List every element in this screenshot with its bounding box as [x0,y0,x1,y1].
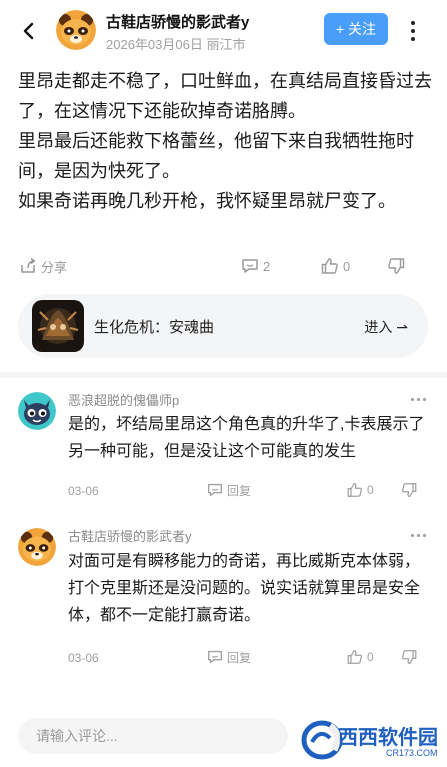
comment-more-button[interactable] [408,392,428,406]
share-button[interactable]: 分享 [18,252,67,280]
more-horizontal-icon [410,533,414,537]
thumbs-up-icon [321,258,338,274]
more-options-button[interactable] [400,18,426,44]
thumbs-up-icon [347,483,363,497]
reply-button[interactable]: 回复 [206,648,251,666]
comment-more-button[interactable] [408,528,428,542]
share-icon [21,257,36,273]
more-vertical-icon [411,21,415,25]
commenter-avatar[interactable] [18,392,56,430]
back-arrow-icon [23,22,34,40]
like-button[interactable]: 0 [320,252,350,280]
comment-like-button[interactable]: 0 [346,648,374,666]
reply-label: 回复 [227,650,252,665]
post-paragraph: 如果奇诺再晚几秒开枪，我怀疑里昂就尸变了。 [18,191,396,211]
comment-date: 03-06 [68,651,99,665]
thumbs-down-icon [401,483,417,497]
post-content: 里昂走都走不稳了，口吐鲜血，在真结局直接昏过去了，在这情况下还能砍掉奇诺胳膊。 … [18,66,434,216]
reply-label: 回复 [227,483,252,498]
game-card[interactable]: 生化危机：安魂曲 进入 ⇀ [18,294,428,358]
comment-like-count: 0 [367,650,374,664]
site-watermark-logo: 西西软件园 CR173.COM [300,716,445,762]
more-horizontal-icon [410,397,414,401]
post-paragraph: 里昂走都走不稳了，口吐鲜血，在真结局直接昏过去了，在这情况下还能砍掉奇诺胳膊。 [18,71,432,121]
comment-text: 对面可是有瞬移能力的奇诺，再比威斯克本体弱，打个克里斯还是没问题的。说实话就算里… [68,553,421,624]
commenter-name[interactable]: 古鞋店骄慢的影武者y [68,526,192,545]
thumbs-up-icon [347,650,363,664]
comment-like-count: 0 [367,483,374,497]
follow-button[interactable]: + 关注 [324,13,388,45]
comment-dislike-button[interactable] [400,648,418,666]
post-actions: 分享 2 0 [0,252,447,280]
post-header: 古鞋店骄慢的影武者y 2026年03月06日 丽江市 + 关注 [0,0,447,62]
watermark-text: 西西软件园 [338,725,438,749]
comment-like-button[interactable]: 0 [346,481,374,499]
comment-button[interactable]: 2 [240,252,270,280]
commenter-avatar[interactable] [18,528,56,566]
reply-icon [208,650,222,664]
watermark-subtext: CR173.COM [386,748,438,758]
comment-input-bar: 西西软件园 CR173.COM [0,712,447,767]
comment-date: 03-06 [68,484,99,498]
thumbs-down-icon [388,258,405,274]
game-enter-link[interactable]: 进入 ⇀ [364,317,408,337]
author-avatar[interactable] [56,10,96,50]
comment-count: 2 [263,258,271,274]
like-count: 0 [343,258,351,274]
game-thumbnail [32,300,84,352]
author-name[interactable]: 古鞋店骄慢的影武者y [106,11,249,32]
game-title: 生化危机：安魂曲 [94,319,215,336]
dislike-button[interactable] [386,252,406,280]
reply-icon [208,483,222,497]
commenter-name[interactable]: 恶浪超脱的傀儡师p [68,390,179,409]
comment-text: 是的，坏结局里昂这个角色真的升华了,卡表展示了另一种可能，但是没让这个可能真的发… [68,416,425,460]
comment-icon [242,259,258,273]
section-divider [0,372,447,378]
reply-button[interactable]: 回复 [206,481,251,499]
post-meta: 2026年03月06日 丽江市 [106,37,246,52]
share-label: 分享 [41,259,68,275]
back-button[interactable] [16,18,42,44]
post-paragraph: 里昂最后还能救下格蕾丝，他留下来自我牺牲拖时间，是因为快死了。 [18,131,414,181]
thumbs-down-icon [401,650,417,664]
comment-input[interactable] [18,718,288,754]
comment-dislike-button[interactable] [400,481,418,499]
